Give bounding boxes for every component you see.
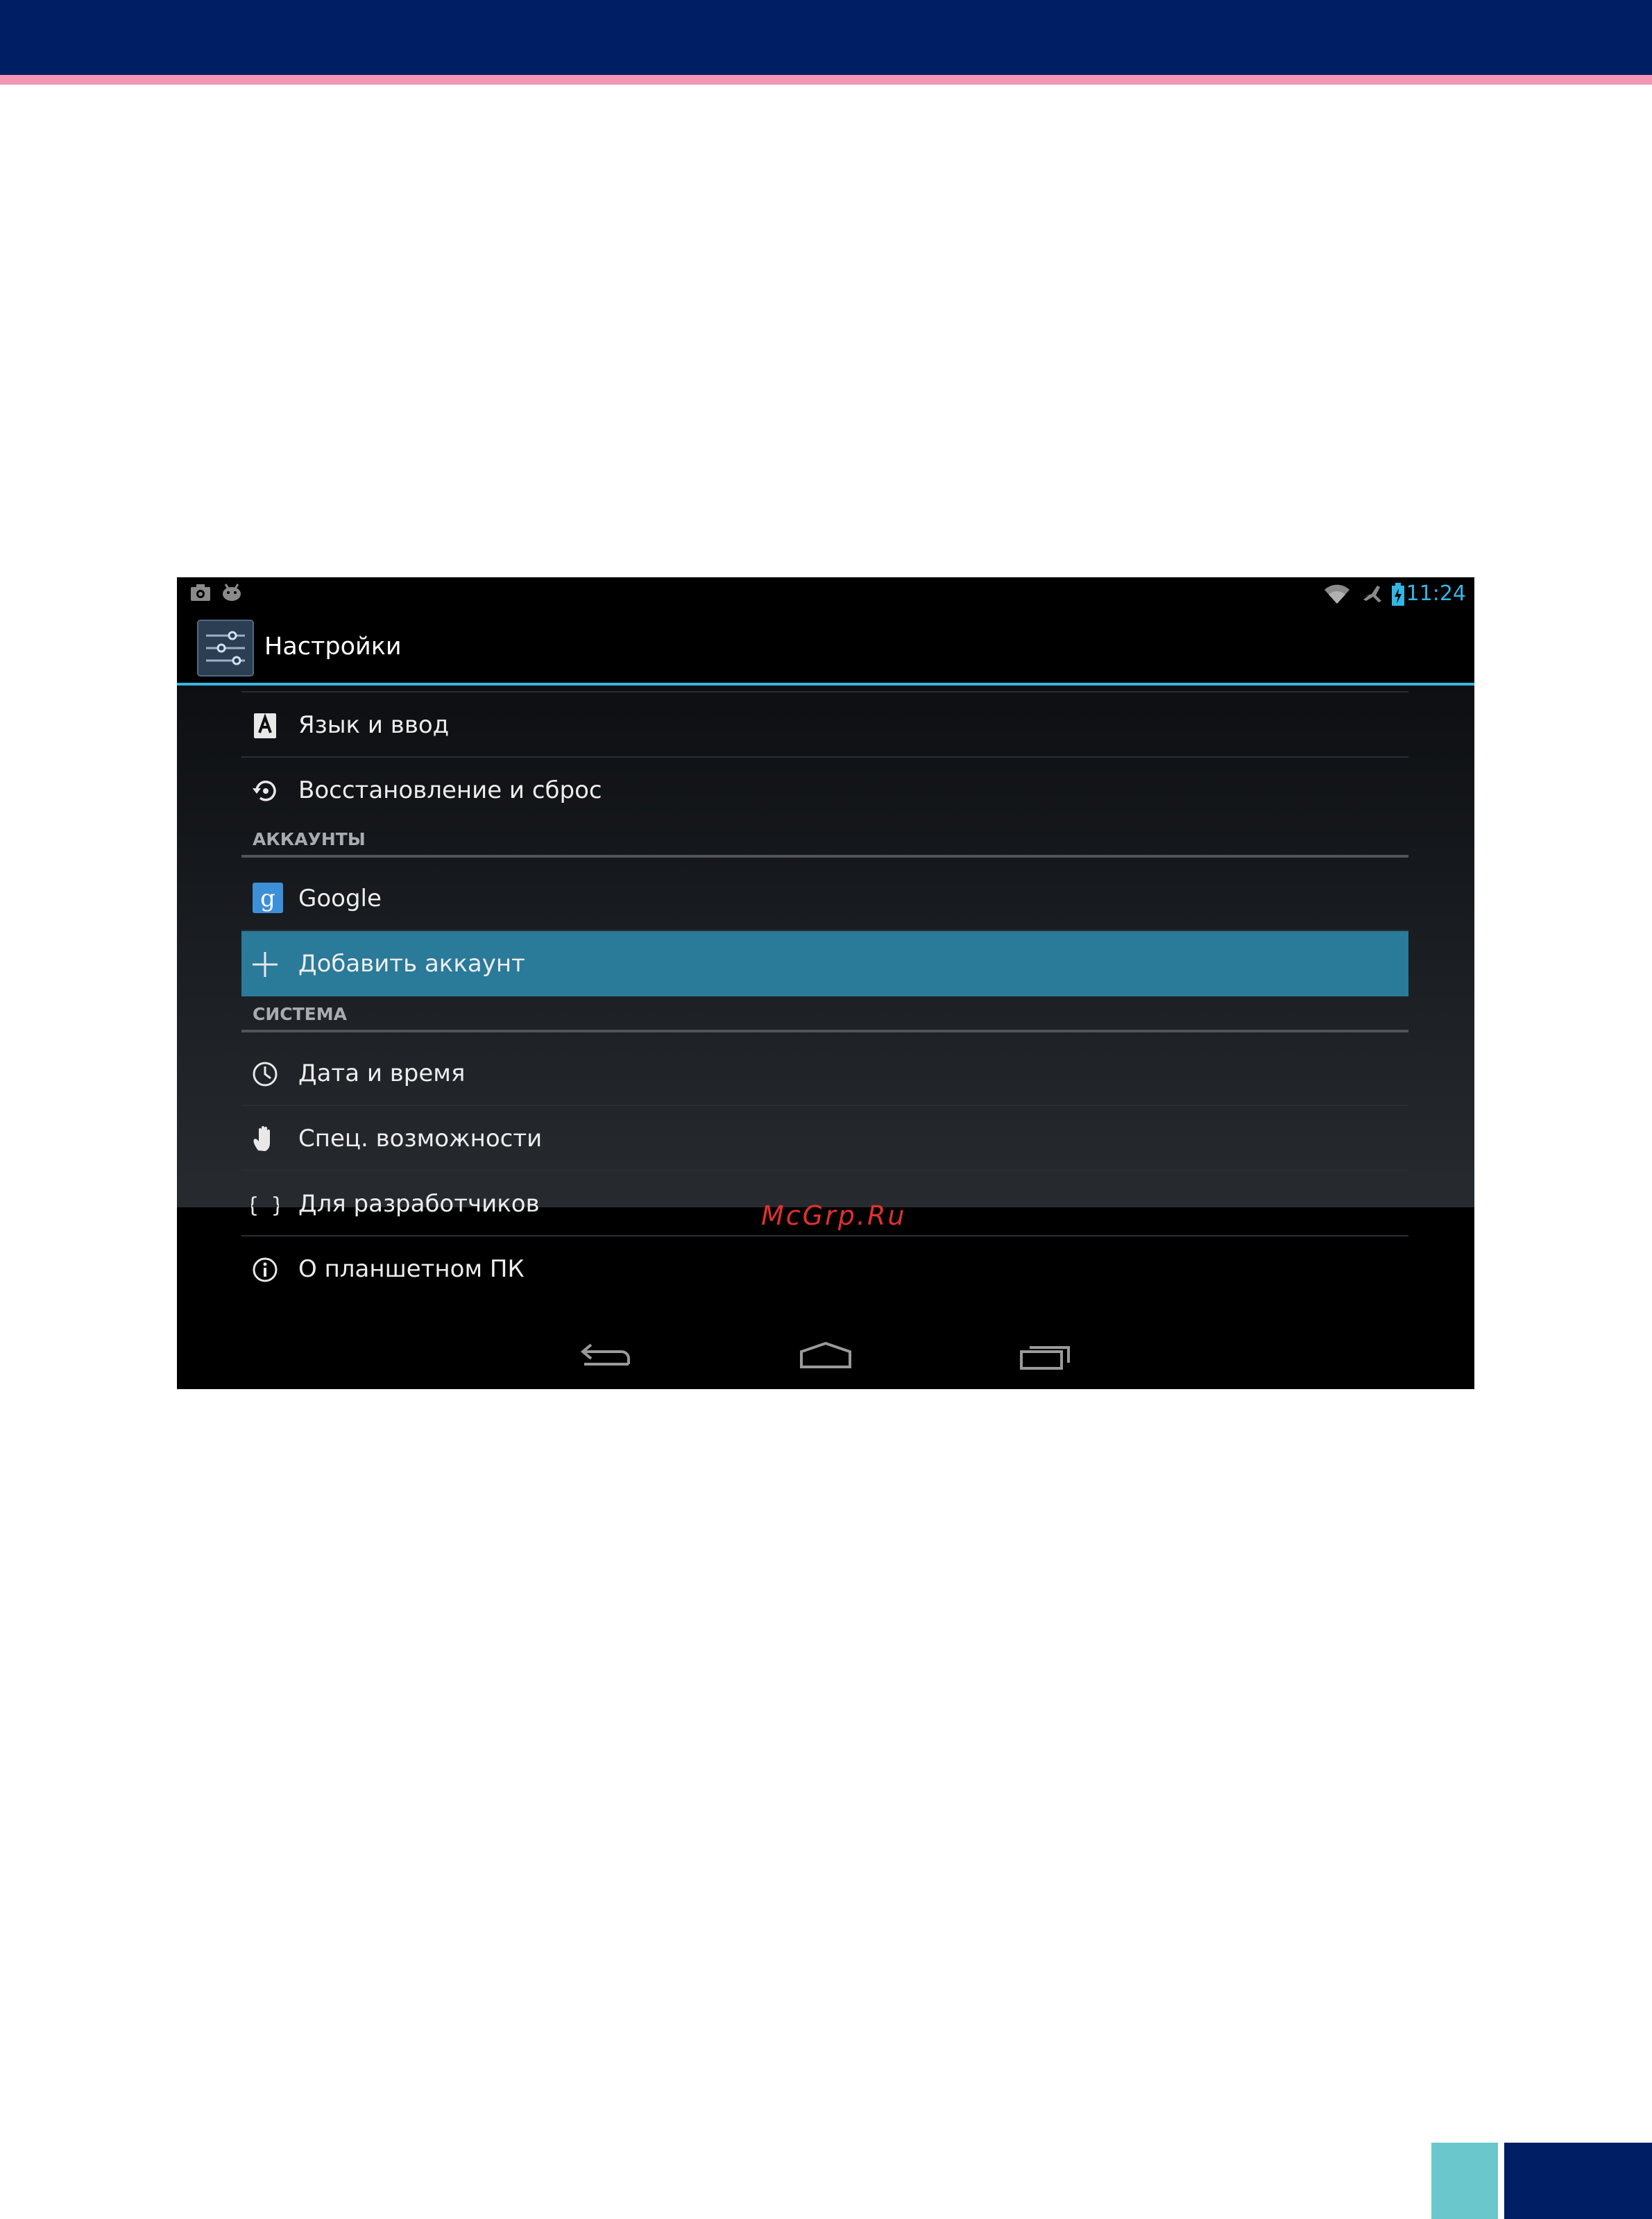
braces-icon: { } — [251, 1193, 279, 1218]
status-clock: 11:24 — [1406, 581, 1466, 606]
tablet-screenshot: 11:24 Настройки Язык и ввод Восстановлен… — [177, 577, 1474, 1389]
settings-row-label: О планшетном ПК — [298, 1255, 525, 1283]
info-icon — [253, 1257, 278, 1282]
svg-text:g: g — [260, 885, 275, 912]
settings-row-label: Для разработчиков — [298, 1190, 540, 1218]
settings-row-label: Язык и ввод — [298, 711, 450, 739]
corner-accent-navy — [1504, 2143, 1652, 2219]
recent-apps-icon[interactable] — [1014, 1338, 1077, 1375]
settings-row-accessibility[interactable]: Спец. возможности — [241, 1106, 1408, 1171]
settings-row-date-time[interactable]: Дата и время — [241, 1041, 1408, 1106]
back-icon[interactable] — [574, 1338, 637, 1375]
airplane-mode-icon — [1363, 586, 1381, 602]
settings-row-google[interactable]: g Google — [241, 866, 1408, 931]
section-header-label: СИСТЕМА — [253, 1004, 347, 1024]
hand-icon — [253, 1125, 270, 1151]
settings-row-label: Спец. возможности — [298, 1125, 543, 1153]
wifi-icon — [1325, 584, 1349, 604]
settings-content: Язык и ввод Восстановление и сброс АККАУ… — [177, 686, 1474, 1283]
section-header-system: СИСТЕМА — [241, 998, 1408, 1032]
action-bar-title: Настройки — [264, 633, 402, 661]
page-header-bar — [0, 0, 1652, 75]
settings-row-label: Добавить аккаунт — [298, 950, 525, 978]
svg-text:{ }: { } — [251, 1193, 279, 1218]
watermark-text: McGrp.Ru — [761, 1200, 907, 1231]
settings-row-about-tablet[interactable]: О планшетном ПК — [241, 1236, 1408, 1302]
settings-sliders-icon[interactable] — [196, 619, 255, 677]
clock-icon — [253, 1062, 278, 1087]
backup-restore-icon — [253, 781, 276, 801]
list-top-edge — [241, 686, 1408, 692]
screenshot-icon — [191, 584, 210, 601]
corner-accent-teal — [1431, 2143, 1498, 2219]
status-bar: 11:24 — [177, 577, 1474, 611]
home-icon[interactable] — [794, 1338, 857, 1375]
android-debug-icon — [223, 584, 241, 601]
settings-row-label: Google — [298, 885, 382, 912]
section-header-label: АККАУНТЫ — [253, 829, 366, 849]
google-icon: g — [253, 883, 283, 913]
settings-row-backup-reset[interactable]: Восстановление и сброс — [241, 758, 1408, 823]
language-icon — [254, 713, 276, 738]
plus-icon — [253, 952, 278, 977]
page-header-stripe — [0, 75, 1652, 85]
section-header-accounts: АККАУНТЫ — [241, 823, 1408, 858]
battery-charging-icon — [1392, 583, 1404, 606]
settings-row-language[interactable]: Язык и ввод — [241, 692, 1408, 758]
navigation-bar — [177, 1324, 1474, 1389]
settings-row-label: Восстановление и сброс — [298, 776, 602, 804]
settings-row-label: Дата и время — [298, 1060, 466, 1087]
settings-row-add-account[interactable]: Добавить аккаунт — [241, 931, 1408, 996]
